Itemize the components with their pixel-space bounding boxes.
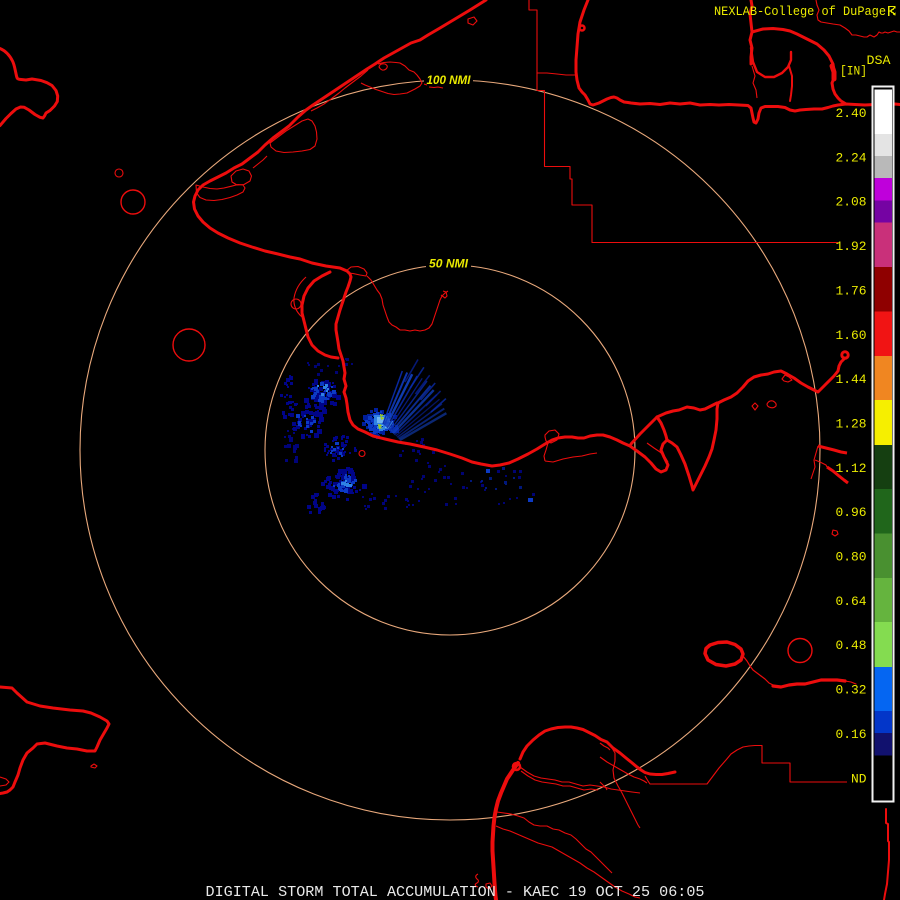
svg-text:1.12: 1.12 xyxy=(836,461,867,476)
svg-text:1.44: 1.44 xyxy=(836,372,867,387)
svg-text:0.48: 0.48 xyxy=(836,638,867,653)
svg-text:0.96: 0.96 xyxy=(836,505,867,520)
svg-text:2.08: 2.08 xyxy=(836,195,867,210)
svg-text:2.24: 2.24 xyxy=(836,150,867,165)
svg-text:1.92: 1.92 xyxy=(836,239,867,254)
svg-text:NEXLAB-College of DuPage: NEXLAB-College of DuPage xyxy=(714,5,886,19)
svg-text:DSA: DSA xyxy=(867,54,892,68)
svg-text:2.40: 2.40 xyxy=(836,106,867,121)
svg-text:ND: ND xyxy=(851,771,867,786)
svg-text:100 NMI: 100 NMI xyxy=(427,75,472,87)
svg-text:0.32: 0.32 xyxy=(836,683,867,698)
svg-text:50 NMI: 50 NMI xyxy=(429,259,469,271)
svg-text:[IN]: [IN] xyxy=(840,65,867,79)
svg-text:1.28: 1.28 xyxy=(836,417,867,432)
svg-text:DIGITAL STORM TOTAL ACCUMULATI: DIGITAL STORM TOTAL ACCUMULATION - KAEC … xyxy=(206,885,705,900)
svg-text:0.16: 0.16 xyxy=(836,727,867,742)
svg-text:0.80: 0.80 xyxy=(836,550,867,565)
svg-text:1.76: 1.76 xyxy=(836,283,867,298)
svg-text:0.64: 0.64 xyxy=(836,594,867,609)
svg-text:1.60: 1.60 xyxy=(836,328,867,343)
